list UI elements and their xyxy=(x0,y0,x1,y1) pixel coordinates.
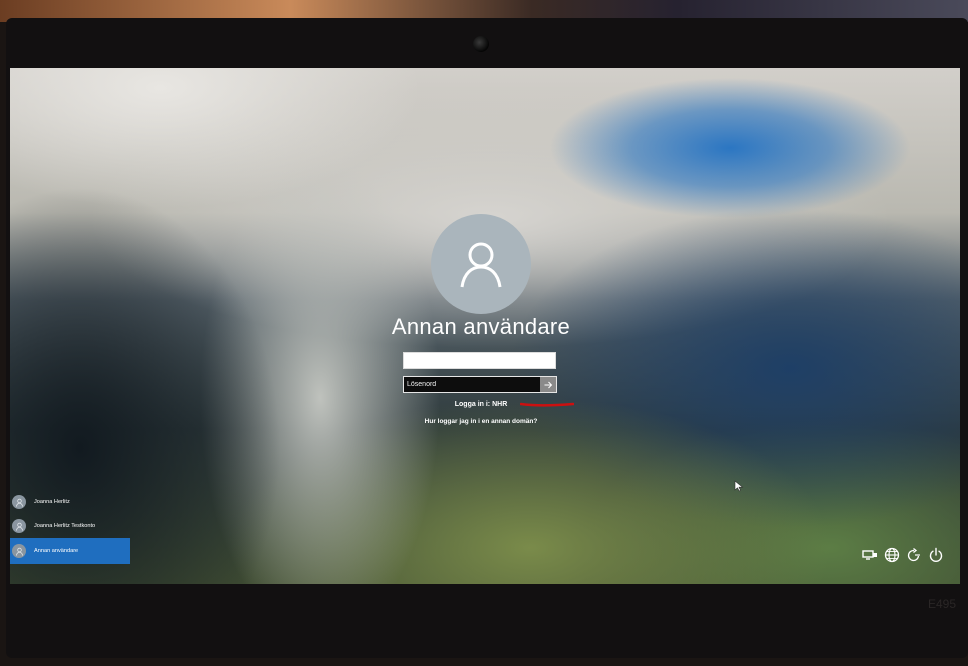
network-icon[interactable] xyxy=(862,547,878,563)
laptop-model-label: E495 xyxy=(928,597,957,611)
accessibility-icon[interactable] xyxy=(906,547,922,563)
red-annotation-mark xyxy=(520,402,574,407)
user-item-annan-anvandare[interactable]: Annan användare xyxy=(10,538,130,564)
user-icon xyxy=(15,498,23,507)
submit-button[interactable] xyxy=(540,377,556,392)
user-avatar xyxy=(431,214,531,314)
lock-screen: Annan användare Logga in i: NHR Hur logg… xyxy=(10,68,960,584)
other-domain-link[interactable]: Hur loggar jag in i en annan domän? xyxy=(381,418,581,425)
user-icon xyxy=(15,522,23,531)
user-title: Annan användare xyxy=(391,314,571,339)
user-list: Joanna Herlitz Joanna Herlitz Testkonto … xyxy=(10,490,130,564)
username-field[interactable] xyxy=(403,352,556,369)
user-icon xyxy=(15,547,23,556)
arrow-right-icon xyxy=(544,381,552,388)
user-item-joanna-herlitz-testkonto[interactable]: Joanna Herlitz Testkonto xyxy=(10,514,130,538)
power-icon[interactable] xyxy=(928,547,944,563)
user-item-label: Joanna Herlitz xyxy=(34,499,70,505)
user-item-label: Annan användare xyxy=(34,548,79,554)
user-item-joanna-herlitz[interactable]: Joanna Herlitz xyxy=(10,490,130,514)
user-icon xyxy=(460,242,502,288)
globe-icon[interactable] xyxy=(884,547,900,563)
user-avatar-small xyxy=(12,544,26,558)
system-tray xyxy=(862,547,944,563)
user-item-label: Joanna Herlitz Testkonto xyxy=(34,523,96,529)
mouse-cursor-icon xyxy=(734,480,744,492)
password-field[interactable] xyxy=(404,377,540,392)
webcam xyxy=(473,36,489,52)
password-box xyxy=(403,376,557,393)
user-avatar-small xyxy=(12,519,26,533)
user-avatar-small xyxy=(12,495,26,509)
